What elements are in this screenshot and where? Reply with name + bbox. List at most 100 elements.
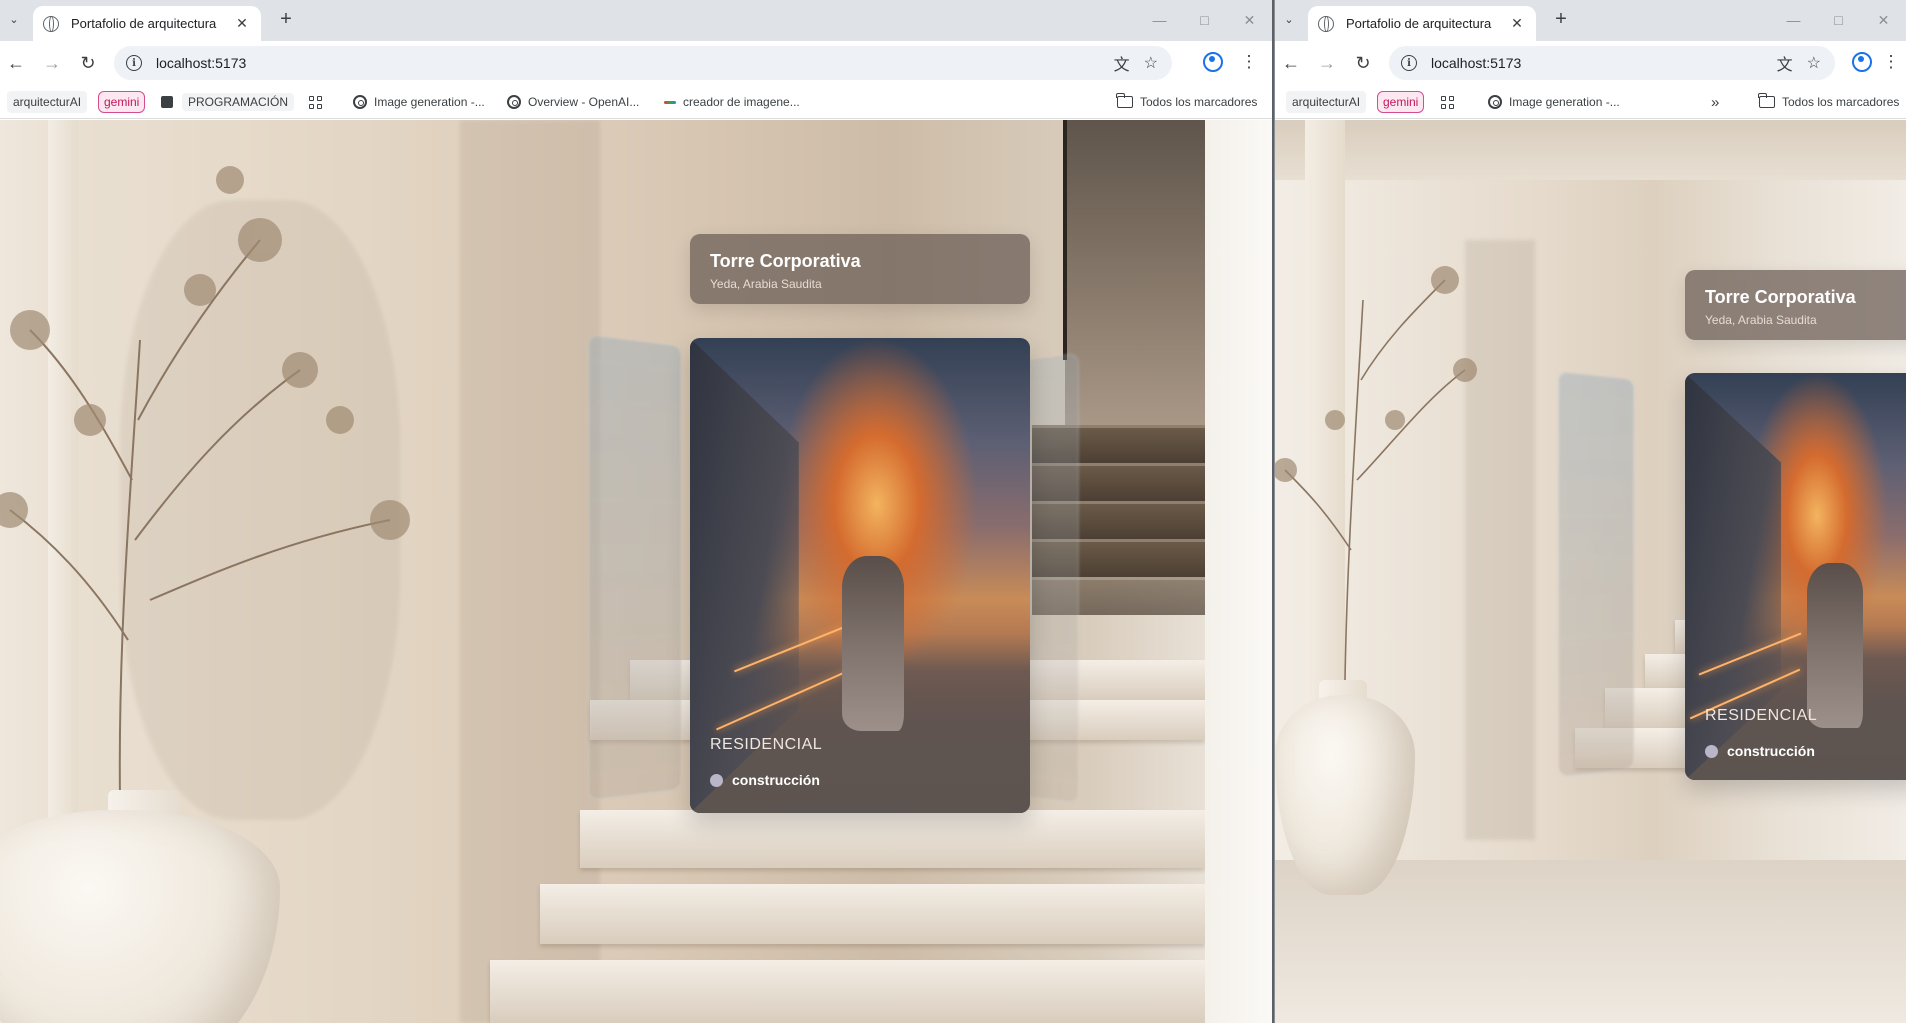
branch	[1360, 279, 1446, 381]
carousel-card-left-blurred[interactable]	[588, 334, 682, 801]
tab-search-chevron-down-icon[interactable]: ⌄	[3, 8, 25, 30]
bookmark-arquitecturai[interactable]: arquitecturAI	[1286, 91, 1367, 113]
profile-icon[interactable]	[1852, 52, 1872, 72]
kebab-menu-icon[interactable]: ⋮	[1880, 52, 1902, 72]
apps-grid-icon[interactable]	[309, 91, 322, 113]
back-arrow-left-icon[interactable]: ←	[4, 51, 28, 75]
translate-icon[interactable]: 文	[1777, 51, 1793, 75]
bookmark-image-generation[interactable]: Image generation -...	[1488, 91, 1620, 113]
tab-search-chevron-down-icon[interactable]: ⌄	[1278, 8, 1300, 30]
openai-icon	[1488, 95, 1502, 109]
bookmark-arquitecturai[interactable]: arquitecturAI	[7, 91, 88, 113]
star-icon[interactable]: ☆	[1807, 53, 1821, 73]
page-viewport: Torre Corporativa Yeda, Arabia Saudita R…	[1275, 120, 1906, 1023]
cloaked-figure	[842, 556, 904, 731]
project-status: construcción	[710, 772, 820, 788]
branch	[137, 239, 261, 421]
forward-arrow-right-icon[interactable]: →	[1315, 51, 1339, 75]
bookmark-label: arquitecturAI	[13, 95, 82, 109]
status-label: construcción	[1727, 743, 1815, 759]
double-chevron-icon[interactable]: »	[1711, 91, 1719, 113]
close-window-icon[interactable]: ✕	[1227, 6, 1272, 34]
browser-toolbar: ← → ↻ i localhost:5173 文 ☆ ⋮	[0, 41, 1272, 85]
branch	[29, 329, 133, 481]
reload-icon[interactable]: ↻	[1351, 51, 1375, 75]
close-window-icon[interactable]: ✕	[1861, 6, 1906, 34]
right-wall	[1205, 120, 1272, 1023]
profile-icon[interactable]	[1203, 52, 1223, 72]
tab-title: Portafolio de arquitectura	[71, 16, 217, 31]
browser-toolbar: ← → ↻ i localhost:5173 文 ☆ ⋮	[1275, 41, 1906, 85]
carousel-card-left-blurred[interactable]	[1558, 370, 1635, 778]
branch	[9, 509, 129, 641]
translate-icon[interactable]: 文	[1114, 51, 1130, 75]
stair-step	[490, 960, 1205, 1023]
bookmark-overview-openai[interactable]: Overview - OpenAI...	[507, 91, 639, 113]
project-category: RESIDENCIAL	[710, 736, 823, 753]
maximize-icon[interactable]: □	[1816, 6, 1861, 34]
minimize-icon[interactable]: —	[1137, 6, 1182, 34]
branch	[118, 339, 141, 801]
address-bar[interactable]: i localhost:5173 文 ☆	[114, 46, 1172, 80]
branch	[1284, 469, 1352, 551]
project-info-card: Torre Corporativa Yeda, Arabia Saudita	[1685, 270, 1906, 340]
upper-window	[1065, 120, 1205, 425]
site-info-icon[interactable]: i	[126, 55, 142, 71]
project-status: construcción	[1705, 743, 1815, 759]
tab-strip: ⌄ Portafolio de arquitectura ✕ + — □ ✕	[0, 0, 1272, 41]
site-info-icon[interactable]: i	[1401, 55, 1417, 71]
address-bar[interactable]: i localhost:5173 文 ☆	[1389, 46, 1835, 80]
status-dot	[710, 773, 723, 787]
forward-arrow-right-icon[interactable]: →	[40, 51, 64, 75]
project-info-card: Torre Corporativa Yeda, Arabia Saudita	[690, 234, 1030, 304]
project-title: Torre Corporativa	[710, 251, 861, 271]
back-arrow-left-icon[interactable]: ←	[1279, 51, 1303, 75]
colorful-line-icon	[664, 100, 676, 104]
maximize-icon[interactable]: □	[1182, 6, 1227, 34]
apps-grid-icon[interactable]	[1441, 91, 1454, 113]
browser-tab[interactable]: Portafolio de arquitectura ✕	[33, 6, 261, 41]
folder-icon	[1758, 93, 1775, 108]
kebab-menu-icon[interactable]: ⋮	[1238, 52, 1260, 72]
page-viewport: Torre Corporativa Yeda, Arabia Saudita R…	[0, 120, 1272, 1023]
stair-step	[540, 884, 1205, 944]
branch	[149, 519, 391, 601]
url-text: localhost:5173	[1431, 55, 1522, 71]
bookmark-label: PROGRAMACIÓN	[182, 93, 295, 111]
branch	[1356, 369, 1466, 481]
tab-close-icon[interactable]: ✕	[233, 15, 251, 32]
branch	[1344, 299, 1364, 681]
bookmark-label: Image generation -...	[1509, 95, 1620, 109]
window-frame	[1063, 120, 1067, 360]
tab-close-icon[interactable]: ✕	[1508, 15, 1526, 32]
project-location: Yeda, Arabia Saudita	[1705, 313, 1817, 327]
tab-strip: ⌄ Portafolio de arquitectura ✕ + — □ ✕	[1275, 0, 1906, 41]
globe-icon	[43, 15, 59, 32]
star-icon[interactable]: ☆	[1144, 53, 1158, 73]
bookmark-label: Todos los marcadores	[1140, 95, 1258, 109]
all-bookmarks[interactable]: Todos los marcadores	[1116, 91, 1258, 113]
bookmark-gemini[interactable]: gemini	[1377, 91, 1425, 113]
project-card[interactable]: RESIDENCIAL construcción	[690, 338, 1030, 813]
reload-icon[interactable]: ↻	[76, 51, 100, 75]
browser-window-right: ⌄ Portafolio de arquitectura ✕ + — □ ✕ ←…	[1274, 0, 1906, 1023]
browser-tab[interactable]: Portafolio de arquitectura ✕	[1308, 6, 1536, 41]
minimize-icon[interactable]: —	[1771, 6, 1816, 34]
branch	[134, 369, 301, 541]
bookmark-label: Todos los marcadores	[1782, 95, 1900, 109]
bookmark-programacion[interactable]: PROGRAMACIÓN	[161, 91, 295, 113]
project-card[interactable]: RESIDENCIAL construcción	[1685, 373, 1906, 780]
new-tab-plus-icon[interactable]: +	[274, 9, 298, 29]
vase	[0, 810, 280, 1023]
status-label: construcción	[732, 772, 820, 788]
folder-icon	[1116, 93, 1133, 108]
all-bookmarks[interactable]: Todos los marcadores	[1758, 91, 1900, 113]
bookmark-label: arquitecturAI	[1292, 95, 1361, 109]
globe-icon	[1318, 15, 1334, 32]
new-tab-plus-icon[interactable]: +	[1549, 9, 1573, 29]
window-controls: — □ ✕	[1771, 6, 1906, 34]
bookmark-gemini[interactable]: gemini	[98, 91, 146, 113]
bookmark-image-generation[interactable]: Image generation -...	[353, 91, 485, 113]
bookmark-label: Overview - OpenAI...	[528, 95, 640, 109]
bookmark-creador-imagenes[interactable]: creador de imagene...	[664, 91, 800, 113]
